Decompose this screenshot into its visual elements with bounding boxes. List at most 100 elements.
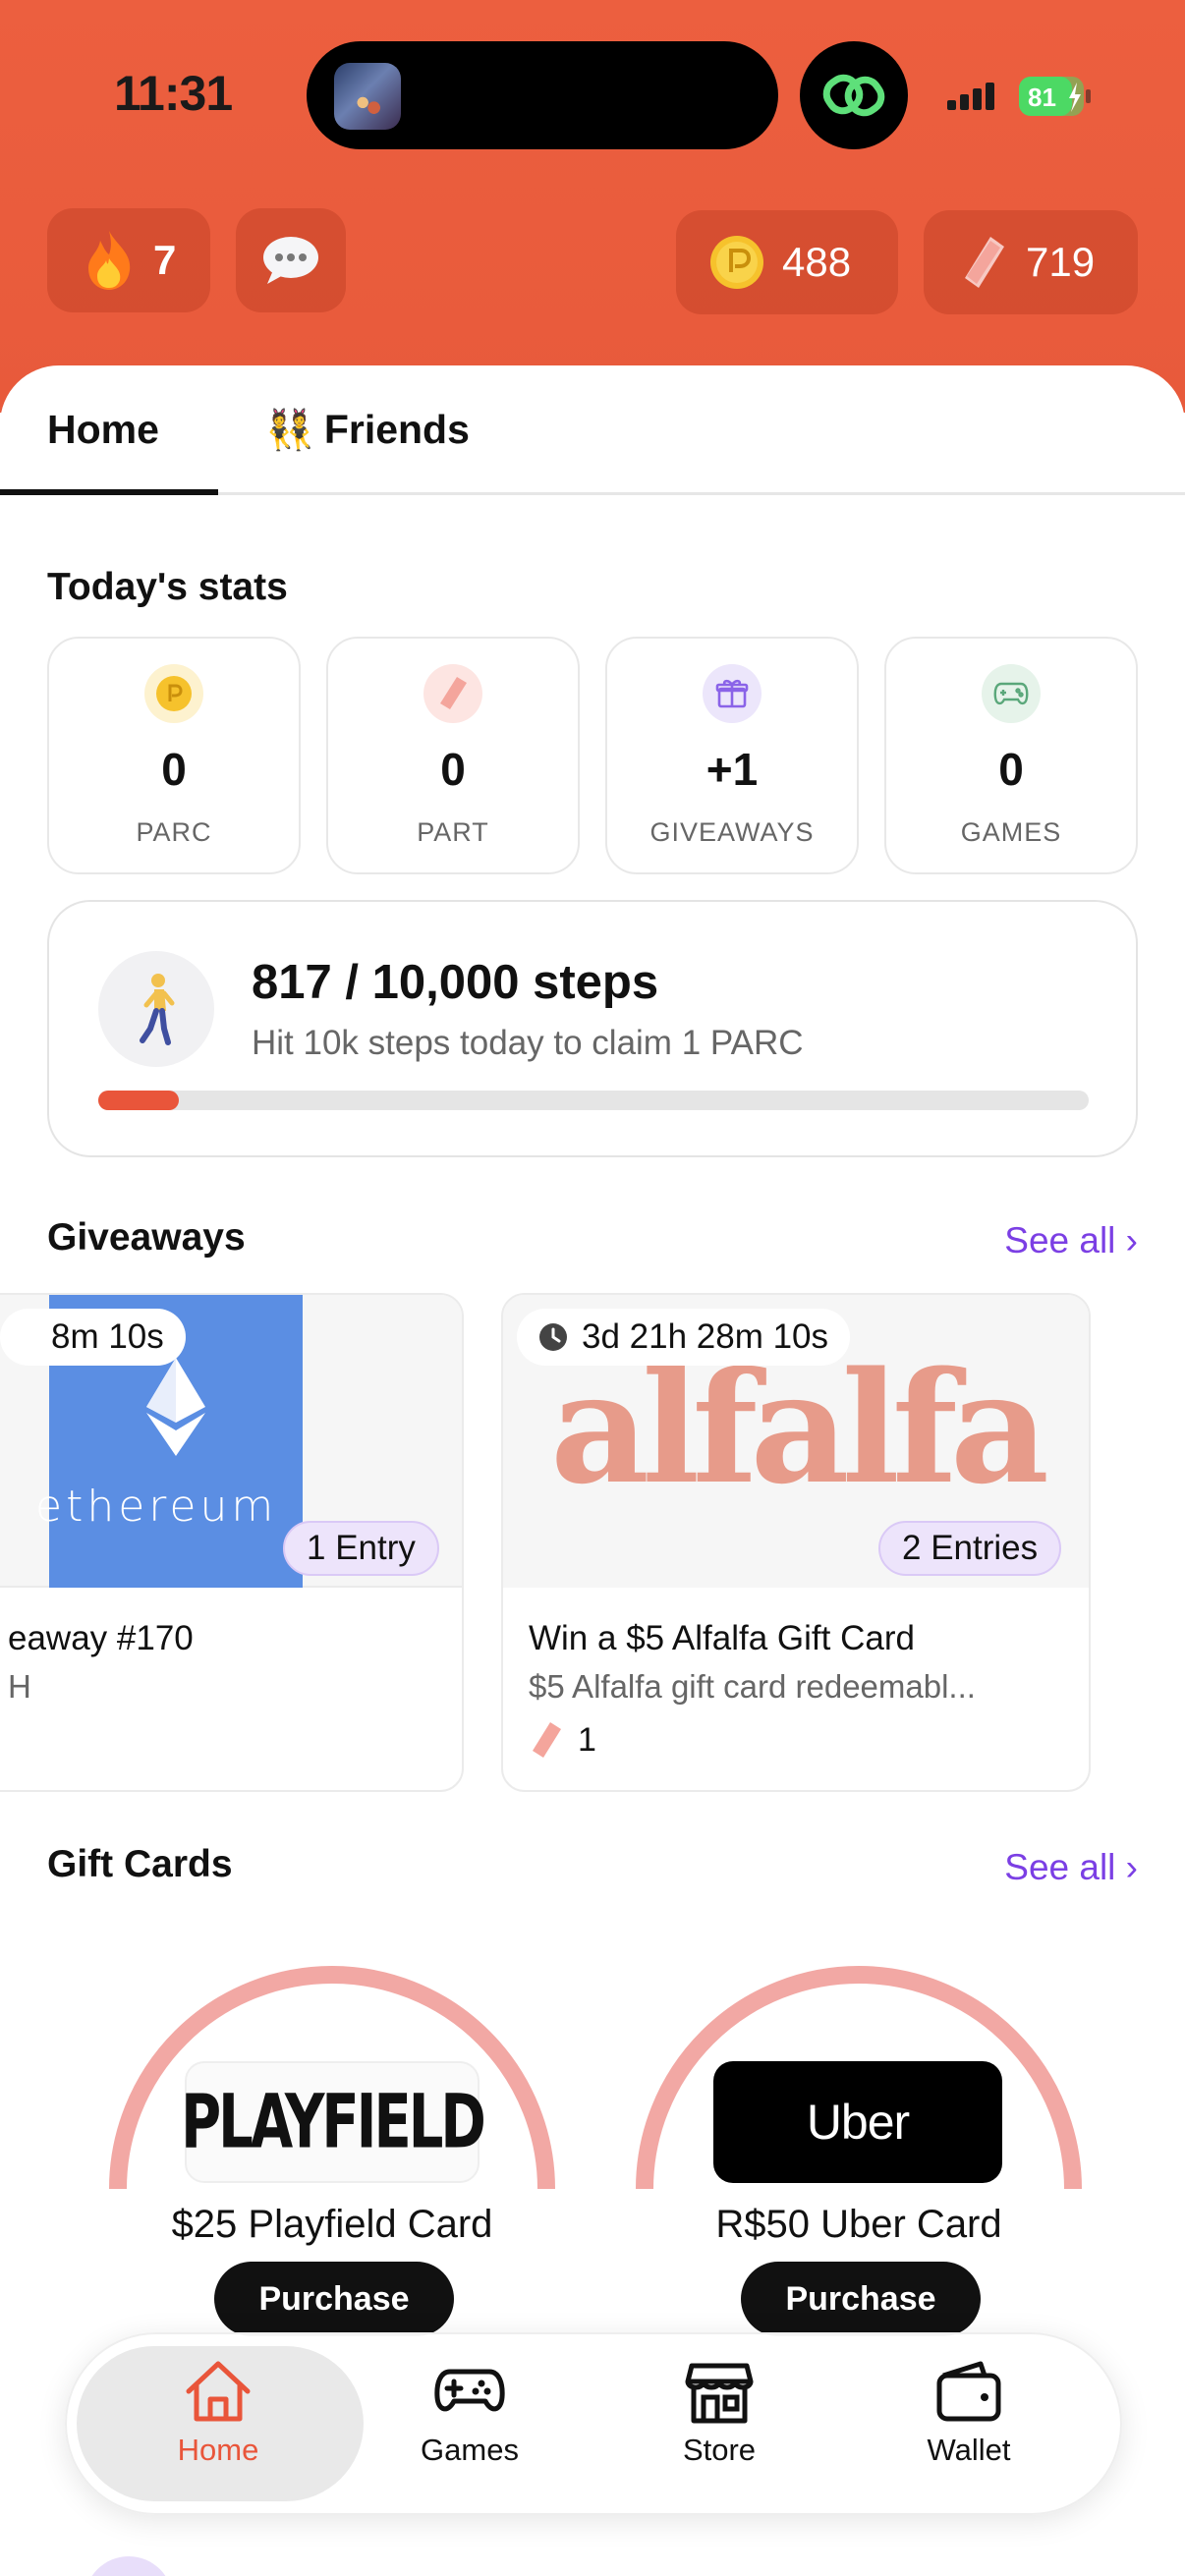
dynamic-island[interactable] [307, 41, 778, 149]
entries-badge: 1 Entry [283, 1521, 439, 1576]
giveaway-timer: 3d 21h 28m 10s [517, 1309, 851, 1366]
nav-wallet[interactable]: Wallet [871, 2358, 1067, 2495]
giveaways-see-all-link[interactable]: See all › [1004, 1220, 1138, 1261]
entries-badge: 2 Entries [878, 1521, 1062, 1576]
steps-card[interactable]: 817 / 10,000 steps Hit 10k steps today t… [47, 900, 1138, 1157]
playfield-wordmark: PLAYFIELD [181, 2079, 486, 2165]
messages-button[interactable] [236, 208, 346, 312]
now-playing-thumbnail [334, 63, 401, 130]
gamepad-icon [982, 664, 1041, 723]
stat-value: 0 [998, 744, 1024, 795]
ethereum-logo-icon [146, 1358, 205, 1456]
gift-icon [703, 664, 762, 723]
stat-label: GAMES [960, 817, 1062, 847]
stat-card-part: 0 PART [326, 637, 580, 874]
giveaway-image: alfalfa 3d 21h 28m 10s 2 Entries [503, 1295, 1089, 1588]
tab-friends[interactable]: 👯 Friends [265, 407, 470, 453]
timer-text: 3d 21h 28m 10s [582, 1317, 829, 1356]
playfield-logo: PLAYFIELD [181, 2061, 486, 2183]
steps-progress-bar [98, 1091, 1089, 1110]
stat-card-games: 0 GAMES [884, 637, 1138, 874]
giveaway-title: Win a $5 Alfalfa Gift Card [529, 1619, 915, 1657]
link-icon [822, 74, 885, 117]
nav-home[interactable]: Home [120, 2358, 316, 2495]
parc-coin-icon [710, 236, 763, 289]
steps-count: 817 / 10,000 steps [252, 956, 659, 1009]
giveaway-card[interactable]: alfalfa 3d 21h 28m 10s 2 Entries Win a $… [501, 1293, 1091, 1792]
nav-home-label: Home [177, 2433, 259, 2467]
gift-card-item[interactable]: PLAYFIELD $25 Playfield Card Purchase [106, 1965, 558, 2338]
store-icon [685, 2363, 754, 2424]
tab-friends-label: Friends [323, 407, 470, 452]
streak-count: 7 [153, 237, 177, 283]
nav-games-label: Games [421, 2433, 519, 2467]
uber-logo: Uber [713, 2061, 1002, 2183]
tab-home[interactable]: Home [47, 407, 159, 453]
fire-icon [88, 231, 131, 290]
tab-home-label: Home [47, 407, 159, 452]
stat-label: PART [417, 817, 489, 847]
streak-badge[interactable]: 7 [47, 208, 210, 312]
active-tab-indicator [0, 489, 218, 495]
home-screen: 11:31 81 7 488 719 Home 👯 Friends Today'… [0, 0, 1185, 2576]
parc-balance: 488 [782, 239, 852, 285]
gamepad-icon [434, 2369, 505, 2412]
status-time: 11:31 [114, 66, 233, 121]
stat-card-parc: 0 PARC [47, 637, 301, 874]
gift-cards-see-all-link[interactable]: See all › [1004, 1847, 1138, 1888]
dynamic-island-app-icon[interactable] [800, 41, 908, 149]
cell-signal-icon [947, 83, 994, 110]
cost-value: 1 [578, 1720, 596, 1759]
giveaway-cost: 1 [529, 1719, 596, 1761]
stat-label: GIVEAWAYS [649, 817, 815, 847]
stat-value: 0 [161, 744, 187, 795]
nav-wallet-label: Wallet [927, 2433, 1011, 2467]
battery-icon: 81 [1019, 77, 1091, 116]
entries-text: 2 Entries [902, 1529, 1039, 1567]
steps-goal-text: Hit 10k steps today to claim 1 PARC [252, 1024, 804, 1062]
home-icon [186, 2361, 251, 2422]
part-balance-badge[interactable]: 719 [924, 210, 1138, 314]
giveaway-description: $5 Alfalfa gift card redeemabl... [529, 1668, 976, 1705]
ethereum-wordmark: ethereum [35, 1482, 278, 1532]
friends-emoji-icon: 👯 [265, 409, 314, 452]
stats-heading: Today's stats [47, 566, 288, 608]
stat-label: PARC [136, 817, 212, 847]
nav-games[interactable]: Games [371, 2358, 568, 2495]
giveaways-heading: Giveaways [47, 1216, 246, 1259]
giveaway-card[interactable]: ethereum 8m 10s 1 Entry eaway #170 H [0, 1293, 464, 1792]
giveaway-timer: 8m 10s [0, 1309, 186, 1366]
gift-card-name: R$50 Uber Card [715, 2203, 1002, 2246]
battery-level: 81 [1028, 83, 1056, 112]
tab-bar: Home 👯 Friends [0, 365, 1185, 495]
giveaway-description: H [8, 1668, 31, 1705]
coin-icon [144, 664, 203, 723]
nav-store-label: Store [682, 2433, 757, 2467]
bottom-nav: Home Games Store Wallet [65, 2332, 1122, 2515]
steps-progress-fill [98, 1091, 180, 1110]
giveaway-image: ethereum 8m 10s 1 Entry [0, 1295, 462, 1588]
walking-person-icon [98, 951, 214, 1067]
stat-value: +1 [705, 744, 759, 795]
stat-card-giveaways: +1 GIVEAWAYS [605, 637, 859, 874]
part-ticket-icon [965, 237, 1004, 288]
purchase-button[interactable]: Purchase [214, 2262, 454, 2336]
ticket-icon [423, 664, 482, 723]
clock-icon [539, 1323, 567, 1351]
stat-value: 0 [440, 744, 466, 795]
chat-bubble-icon [263, 237, 318, 284]
timer-text: 8m 10s [51, 1317, 164, 1356]
purchase-button[interactable]: Purchase [741, 2262, 981, 2336]
wallet-icon [936, 2361, 1001, 2422]
part-balance: 719 [1026, 239, 1096, 285]
gift-card-item[interactable]: Uber R$50 Uber Card Purchase [633, 1965, 1085, 2338]
gift-cards-heading: Gift Cards [47, 1843, 233, 1885]
top-header: 11:31 81 7 488 719 [0, 0, 1185, 413]
uber-wordmark: Uber [806, 2095, 910, 2150]
entries-text: 1 Entry [307, 1529, 416, 1567]
giveaway-title: eaway #170 [8, 1619, 194, 1657]
parc-balance-badge[interactable]: 488 [676, 210, 898, 314]
part-ticket-icon [533, 1722, 561, 1758]
gift-card-name: $25 Playfield Card [171, 2203, 493, 2246]
nav-store[interactable]: Store [621, 2358, 818, 2495]
